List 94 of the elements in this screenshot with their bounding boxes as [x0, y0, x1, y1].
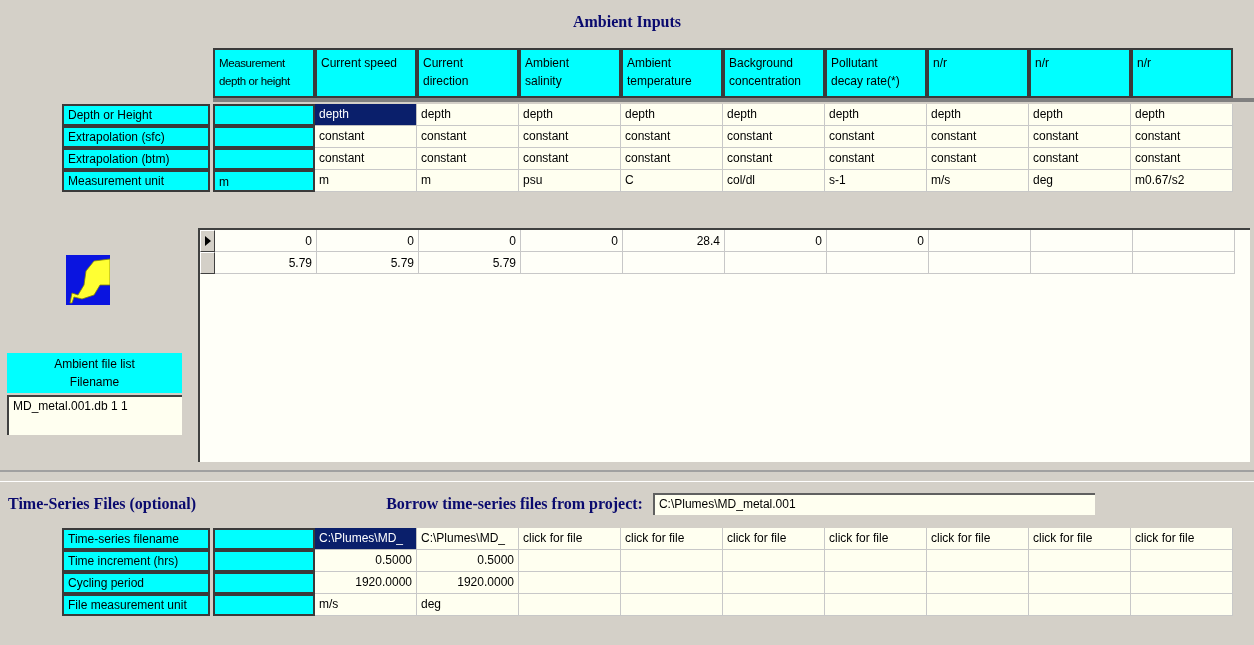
table-cell[interactable]: deg [1029, 170, 1131, 192]
file-list[interactable]: MD_metal.001.db 1 1 [7, 395, 182, 435]
row-header: Time increment (hrs) [62, 550, 210, 572]
column-header: Measurement depth or height [213, 48, 315, 98]
row-header: Time-series filename [62, 528, 210, 550]
table-cell[interactable]: constant [621, 148, 723, 170]
table-cell[interactable]: m [213, 170, 315, 192]
table-cell[interactable]: 1920.0000 [315, 572, 417, 594]
column-header: Ambient temperature [621, 48, 723, 98]
table-cell[interactable]: constant [1029, 148, 1131, 170]
table-cell[interactable] [213, 104, 315, 126]
table-cell[interactable]: constant [1131, 126, 1233, 148]
table-cell[interactable]: m0.67/s2 [1131, 170, 1233, 192]
table-cell[interactable]: m [315, 170, 417, 192]
table-cell[interactable]: 0 [317, 230, 419, 252]
table-cell[interactable]: depth [1029, 104, 1131, 126]
table-cell[interactable]: constant [825, 148, 927, 170]
column-header: Ambient salinity [519, 48, 621, 98]
table-cell[interactable]: constant [825, 126, 927, 148]
section-title: Time-Series Files (optional) [8, 494, 197, 515]
current-row-icon [204, 236, 211, 246]
column-header: Current direction [417, 48, 519, 98]
table-cell[interactable]: C [621, 170, 723, 192]
project-path-field[interactable]: C:\Plumes\MD_metal.001 [652, 493, 1095, 515]
table-cell[interactable]: 28.4 [623, 230, 725, 252]
table-cell[interactable]: click for file [1131, 528, 1233, 550]
row-header: Extrapolation (sfc) [62, 126, 210, 148]
table-cell[interactable]: 5.79 [419, 252, 521, 274]
table-cell[interactable]: depth [723, 104, 825, 126]
table-cell[interactable]: constant [315, 126, 417, 148]
table-cell[interactable]: 0 [521, 230, 623, 252]
section-title: Ambient Inputs [573, 12, 681, 33]
column-header: n/r [1131, 48, 1233, 98]
plume-logo-icon [66, 255, 110, 305]
table-cell[interactable]: 1920.0000 [417, 572, 519, 594]
table-cell[interactable]: 5.79 [317, 252, 419, 274]
file-list-header: Ambient file list Filename [7, 353, 182, 393]
table-cell[interactable]: 0 [827, 230, 929, 252]
table-cell[interactable]: constant [417, 148, 519, 170]
table-cell[interactable]: psu [519, 170, 621, 192]
column-header: n/r [927, 48, 1029, 98]
table-cell[interactable]: constant [723, 148, 825, 170]
table-cell[interactable] [213, 148, 315, 170]
table-cell[interactable]: constant [927, 126, 1029, 148]
table-cell[interactable]: constant [519, 126, 621, 148]
table-cell[interactable]: 0 [215, 230, 317, 252]
column-header: Background concentration [723, 48, 825, 98]
column-header: Current speed [315, 48, 417, 98]
table-cell[interactable]: constant [519, 148, 621, 170]
table-cell[interactable]: constant [927, 148, 1029, 170]
table-cell[interactable]: 0 [725, 230, 827, 252]
row-header: Depth or Height [62, 104, 210, 126]
table-cell[interactable] [213, 126, 315, 148]
row-indicator[interactable] [200, 252, 215, 274]
table-cell[interactable]: deg [417, 594, 519, 616]
table-cell[interactable]: depth [927, 104, 1029, 126]
table-cell[interactable]: 0 [419, 230, 521, 252]
table-cell[interactable]: m [417, 170, 519, 192]
row-header: Measurement unit [62, 170, 210, 192]
row-header: File measurement unit [62, 594, 210, 616]
table-cell[interactable]: 0.5000 [315, 550, 417, 572]
table-cell[interactable]: constant [1131, 148, 1233, 170]
table-cell[interactable]: click for file [825, 528, 927, 550]
table-cell[interactable]: s-1 [825, 170, 927, 192]
table-cell[interactable]: m/s [927, 170, 1029, 192]
column-header: n/r [1029, 48, 1131, 98]
row-header: Extrapolation (btm) [62, 148, 210, 170]
table-cell[interactable]: depth [1131, 104, 1233, 126]
table-cell[interactable]: click for file [1029, 528, 1131, 550]
row-header: Cycling period [62, 572, 210, 594]
table-cell[interactable]: click for file [927, 528, 1029, 550]
table-cell[interactable]: constant [1029, 126, 1131, 148]
table-cell[interactable]: 0.5000 [417, 550, 519, 572]
table-cell[interactable]: 5.79 [215, 252, 317, 274]
table-cell[interactable]: depth [519, 104, 621, 126]
table-cell[interactable]: depth [315, 104, 417, 126]
table-cell[interactable]: m/s [315, 594, 417, 616]
table-cell[interactable]: depth [621, 104, 723, 126]
table-cell[interactable]: constant [723, 126, 825, 148]
table-cell[interactable]: click for file [621, 528, 723, 550]
table-cell[interactable]: constant [417, 126, 519, 148]
table-cell[interactable]: click for file [723, 528, 825, 550]
table-cell[interactable]: constant [315, 148, 417, 170]
column-header: Pollutant decay rate(*) [825, 48, 927, 98]
file-list-item[interactable]: MD_metal.001.db 1 1 [13, 397, 178, 415]
borrow-label: Borrow time-series files from project: [386, 494, 643, 515]
table-cell[interactable]: constant [621, 126, 723, 148]
table-cell[interactable]: C:\Plumes\MD_ [417, 528, 519, 550]
table-cell[interactable]: C:\Plumes\MD_ [315, 528, 417, 550]
row-indicator[interactable] [200, 230, 215, 252]
table-cell[interactable]: col/dl [723, 170, 825, 192]
table-cell[interactable]: depth [417, 104, 519, 126]
table-cell[interactable]: depth [825, 104, 927, 126]
table-cell[interactable]: click for file [519, 528, 621, 550]
